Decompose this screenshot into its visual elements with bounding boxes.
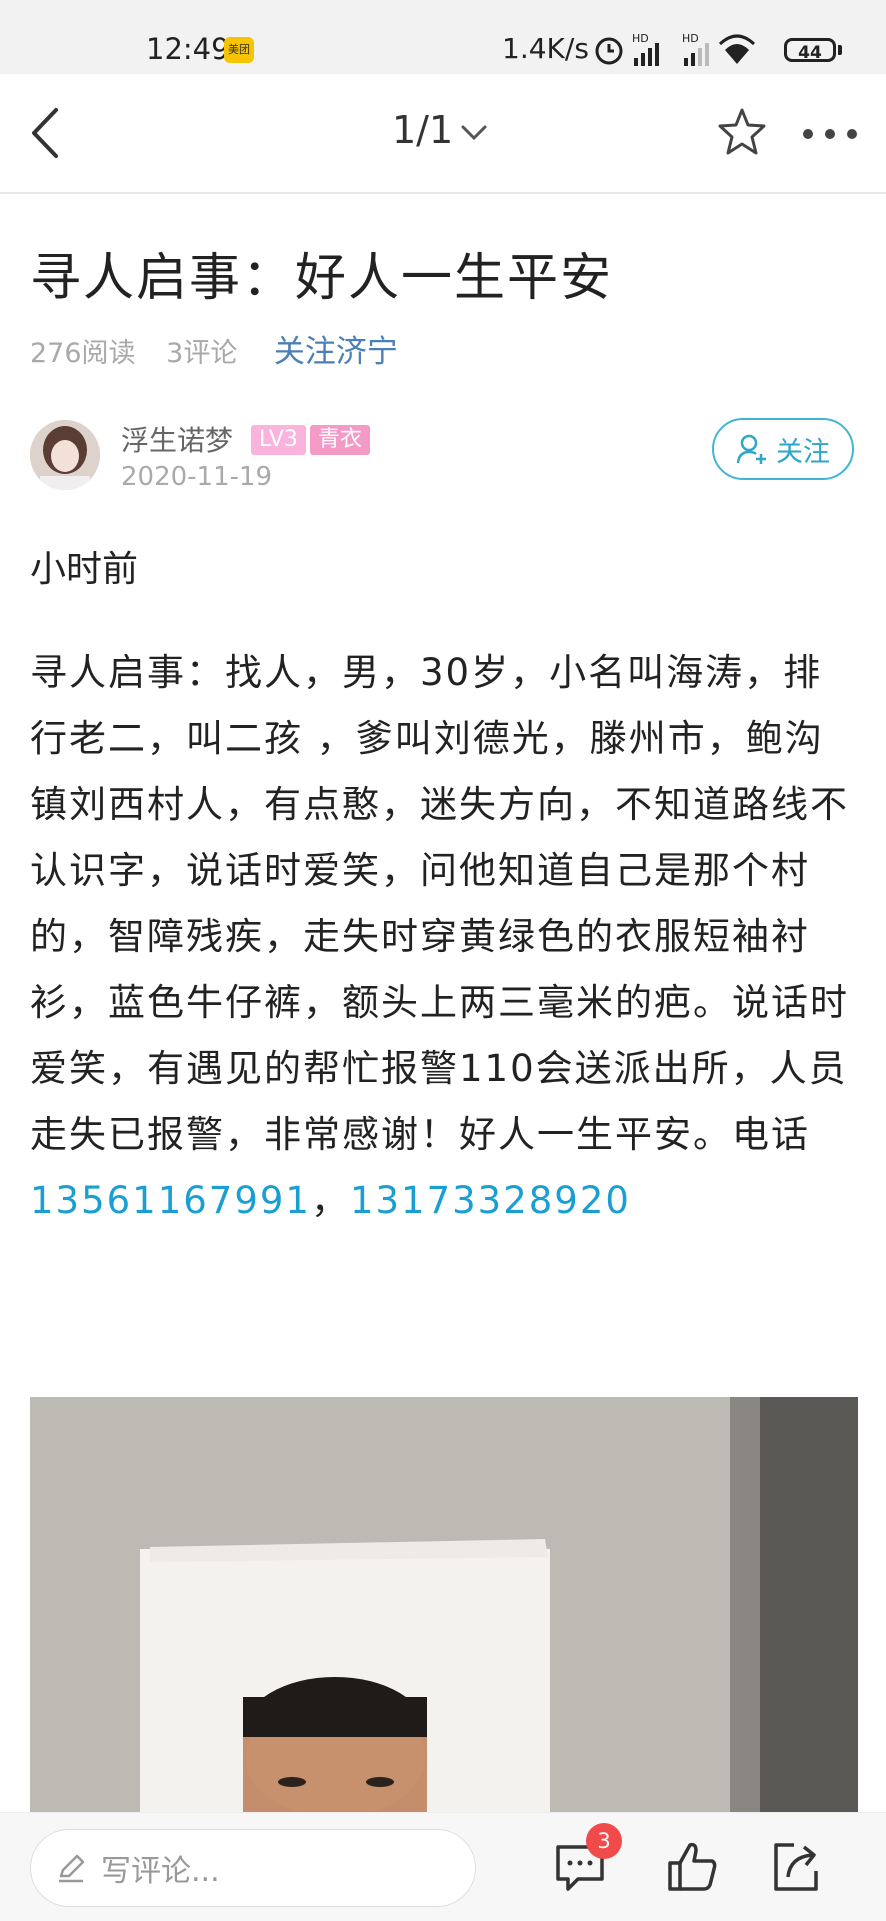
top-nav-bar: 1/1 xyxy=(0,74,886,194)
post-date: 2020-11-19 xyxy=(121,462,273,492)
comment-count: 3评论 xyxy=(166,338,238,369)
status-time: 12:49 xyxy=(146,32,230,66)
network-speed: 1.4K/s xyxy=(502,32,589,65)
svg-text:HD: HD xyxy=(632,32,649,45)
author-avatar[interactable] xyxy=(30,420,100,490)
title-badge: 青衣 xyxy=(310,425,371,455)
back-arrow-icon[interactable] xyxy=(26,104,66,162)
article-meta: 276阅读 3评论 关注济宁 xyxy=(30,326,420,371)
signal-wifi-icons: HD HD xyxy=(595,32,756,66)
add-user-icon xyxy=(736,434,766,464)
article-lead: 小时前 xyxy=(30,549,139,590)
article-photo[interactable] xyxy=(30,1397,858,1817)
pencil-icon xyxy=(59,1854,85,1883)
article-body-text: 寻人启事：找人，男，30岁，小名叫海涛，排行老二，叫二孩 ，爹叫刘德光，滕州市，… xyxy=(30,651,849,1156)
article-title: 寻人启事：好人一生平安 xyxy=(30,249,614,308)
more-options-icon[interactable] xyxy=(800,124,860,144)
level-badge: LV3 xyxy=(251,425,306,455)
avatar-image xyxy=(30,420,100,490)
phone-separator: ， xyxy=(310,1179,350,1222)
author-name[interactable]: 浮生诺梦 xyxy=(121,419,233,459)
missing-person-photo xyxy=(30,1397,858,1817)
meituan-notification-icon: 美团 xyxy=(224,37,254,63)
comment-input[interactable]: 写评论... xyxy=(30,1829,476,1907)
bottom-action-bar: 写评论... 3 xyxy=(0,1812,886,1921)
follow-button[interactable]: 关注 xyxy=(712,418,854,480)
comment-placeholder: 写评论... xyxy=(101,1854,220,1889)
article-body: 寻人启事：找人，男，30岁，小名叫海涛，排行老二，叫二孩 ，爹叫刘德光，滕州市，… xyxy=(30,640,860,1234)
phone-link-1[interactable]: 13561167991 xyxy=(30,1179,311,1222)
page-indicator-label: 1/1 xyxy=(392,108,454,152)
chevron-down-icon xyxy=(461,125,487,140)
follow-channel-link[interactable]: 关注济宁 xyxy=(274,334,398,370)
status-bar: 12:49 美团 1.4K/s HD HD 44 xyxy=(0,0,886,74)
thumbs-up-icon[interactable] xyxy=(662,1837,722,1897)
read-count: 276阅读 xyxy=(30,338,136,369)
star-favorite-icon[interactable] xyxy=(716,106,768,158)
battery-icon: 44 xyxy=(784,38,836,63)
svg-text:HD: HD xyxy=(682,32,699,45)
page-indicator[interactable]: 1/1 xyxy=(392,108,489,152)
battery-tip xyxy=(838,45,842,55)
phone-link-2[interactable]: 13173328920 xyxy=(350,1179,631,1222)
share-icon[interactable] xyxy=(768,1837,828,1897)
comment-count-badge: 3 xyxy=(586,1823,622,1859)
follow-button-label: 关注 xyxy=(776,436,830,468)
